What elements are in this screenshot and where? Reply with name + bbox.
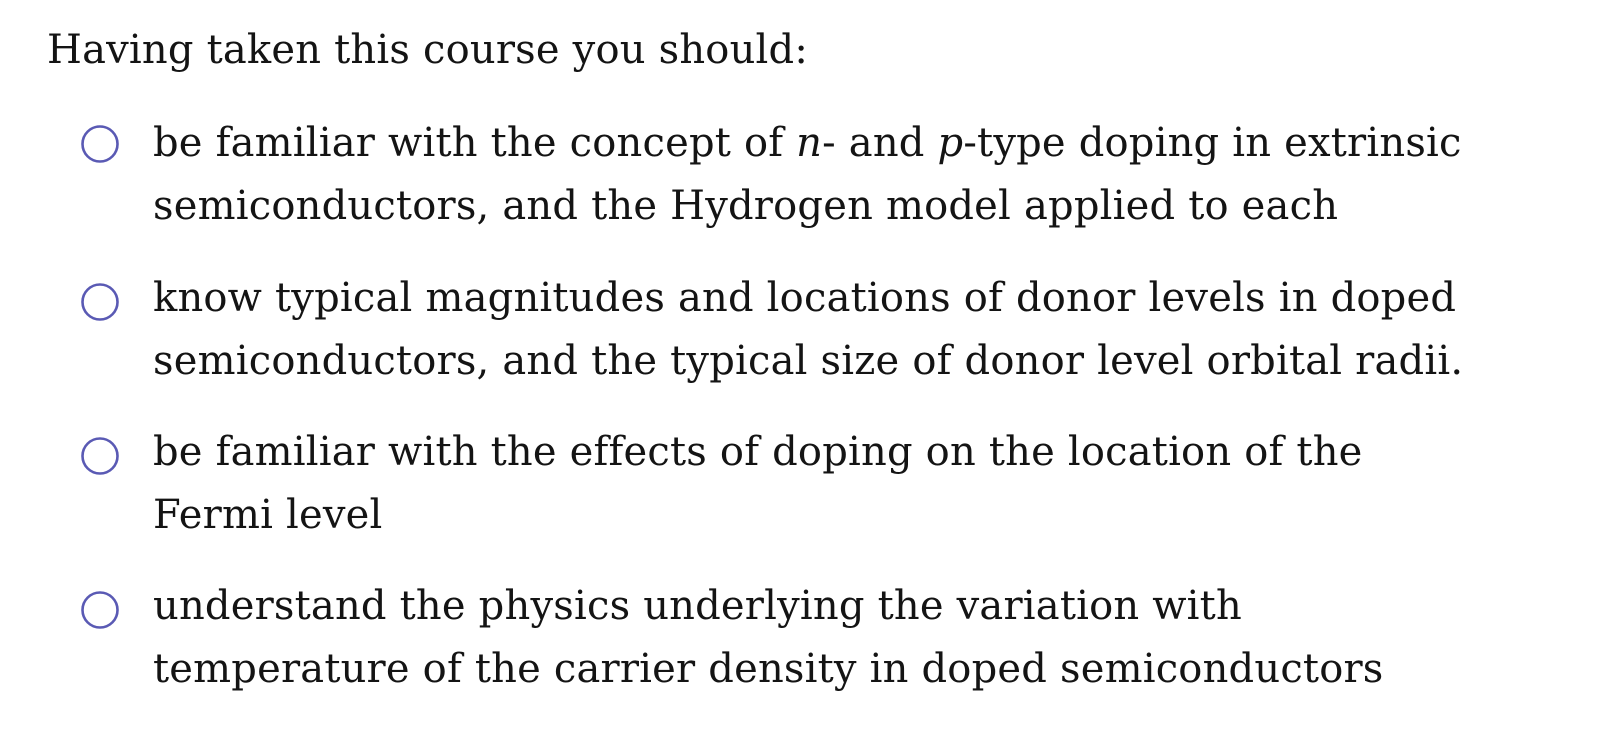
list-item-line-1: know typical magnitudes and locations of… <box>153 275 1457 321</box>
list-item-line-2: semiconductors, and the typical size of … <box>153 338 1464 384</box>
text-segment: be familiar with the concept of <box>153 120 797 166</box>
list-item: know typical magnitudes and locations of… <box>0 270 1600 410</box>
hollow-circle-icon <box>80 282 120 322</box>
list-item-line-2: Fermi level <box>153 492 383 538</box>
list-item-line-2: temperature of the carrier density in do… <box>153 646 1384 692</box>
hollow-circle-icon <box>80 436 120 476</box>
slide-heading: Having taken this course you should: <box>47 27 809 73</box>
math-p: p <box>937 120 964 166</box>
list-item: understand the physics underlying the va… <box>0 578 1600 718</box>
list-item-line-2: semiconductors, and the Hydrogen model a… <box>153 183 1339 229</box>
text-segment: -type doping in extrinsic <box>963 120 1462 166</box>
math-n: n <box>796 120 823 166</box>
hollow-circle-icon <box>80 124 120 164</box>
list-item: be familiar with the effects of doping o… <box>0 424 1600 564</box>
text-segment: - and <box>822 120 938 166</box>
list-item-line-1: understand the physics underlying the va… <box>153 583 1242 629</box>
list-item: be familiar with the concept of n- and p… <box>0 115 1600 255</box>
list-item-line-1: be familiar with the effects of doping o… <box>153 429 1363 475</box>
hollow-circle-icon <box>80 590 120 630</box>
slide: Having taken this course you should: be … <box>0 0 1616 754</box>
list-item-line-1: be familiar with the concept of n- and p… <box>153 115 1462 171</box>
